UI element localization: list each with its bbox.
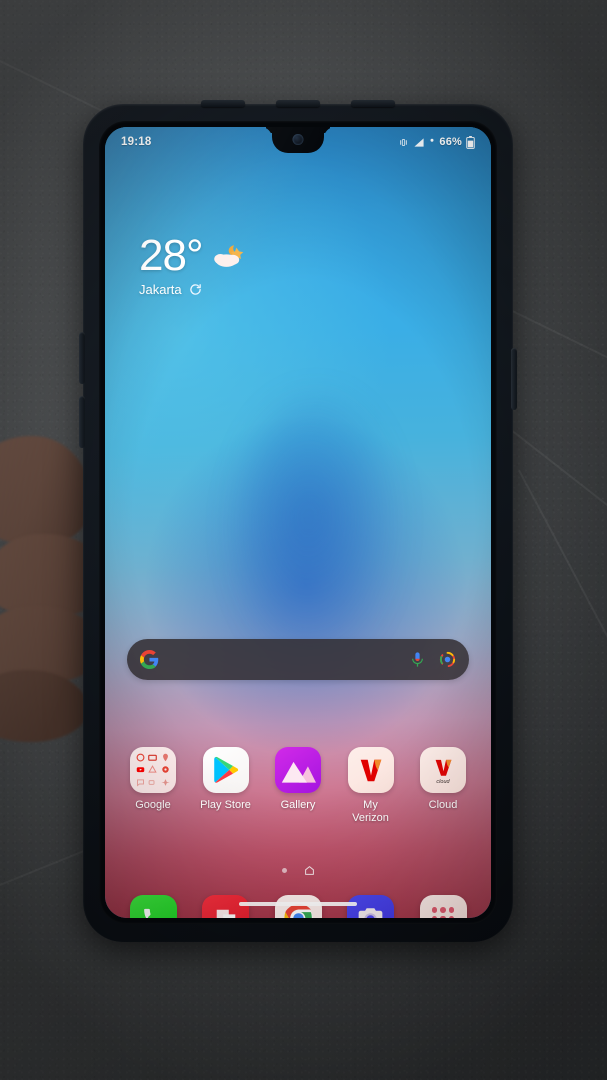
dock	[117, 895, 479, 918]
weather-widget[interactable]: 28° Jakarta	[139, 231, 245, 297]
gesture-navigation-bar[interactable]	[239, 902, 357, 906]
volume-button[interactable]	[79, 332, 85, 384]
gallery-icon[interactable]	[275, 747, 321, 793]
thumb	[0, 436, 92, 546]
weather-bottom-row: Jakarta	[139, 282, 245, 297]
app-label: Google	[135, 799, 171, 811]
app-label: Play Store	[200, 799, 251, 811]
app-gallery[interactable]: Gallery	[262, 747, 334, 824]
finger	[0, 670, 88, 742]
drawer-dot	[431, 915, 438, 918]
dock-item-app-drawer[interactable]	[407, 895, 479, 918]
app-label-line1: My	[363, 799, 378, 811]
app-label: Gallery	[280, 799, 316, 811]
mini-icon-assistant	[160, 777, 171, 788]
mini-icon-photos	[160, 765, 171, 776]
signal-icon	[414, 137, 424, 147]
screen-bezel: 19:18 66% 28° Jakarta Google Play Store …	[99, 121, 497, 924]
drawer-dot	[448, 907, 455, 913]
case-ridge	[276, 100, 320, 107]
phone-icon[interactable]	[129, 895, 177, 918]
google-folder-icon[interactable]	[130, 747, 176, 793]
phone-screen[interactable]: 19:18 66% 28° Jakarta Google Play Store …	[105, 127, 491, 918]
wallpaper-blob	[236, 395, 399, 665]
app-verizon-cloud[interactable]: cloud Cloud	[407, 747, 479, 824]
battery-icon	[466, 135, 475, 149]
app-label: Cloud	[428, 799, 458, 811]
app-label: My Verizon	[352, 799, 389, 824]
battery-percent-label: 66%	[439, 136, 462, 148]
google-lens-icon[interactable]	[439, 651, 456, 668]
waterdrop-notch	[272, 127, 324, 153]
volte-icon	[430, 138, 434, 142]
google-g-icon	[140, 650, 159, 669]
volume-button[interactable]	[79, 396, 85, 448]
power-button[interactable]	[511, 348, 517, 410]
case-ridge	[351, 100, 395, 107]
app-google-folder[interactable]: Google	[117, 747, 189, 824]
google-search-bar[interactable]	[127, 639, 469, 680]
weather-city-label: Jakarta	[139, 281, 182, 297]
folder-mini-grid	[135, 752, 171, 788]
mini-icon-youtube	[135, 765, 146, 776]
mini-icon-meet	[148, 777, 159, 788]
verizon-cloud-icon[interactable]: cloud	[420, 747, 466, 793]
case-ridge	[201, 100, 245, 107]
mini-icon-chat	[135, 777, 146, 788]
drawer-dot	[431, 907, 438, 913]
microphone-icon[interactable]	[409, 651, 426, 668]
status-icons-group: 66%	[398, 135, 475, 149]
front-camera-icon	[292, 134, 304, 145]
camera-icon[interactable]	[347, 895, 394, 918]
drawer-dot	[440, 907, 446, 913]
page-indicator	[105, 865, 491, 876]
weather-top-row: 28°	[139, 231, 245, 280]
play-store-icon[interactable]	[202, 747, 249, 793]
dock-item-phone[interactable]	[117, 895, 189, 918]
app-grid-row: Google Play Store Gallery My Verizon clo…	[117, 747, 479, 824]
status-time: 19:18	[121, 136, 152, 148]
app-my-verizon[interactable]: My Verizon	[335, 747, 407, 824]
mini-icon-drive	[148, 765, 159, 776]
partly-cloudy-night-icon	[213, 245, 243, 267]
dock-item-chrome[interactable]	[262, 895, 334, 918]
dock-item-camera[interactable]	[335, 895, 407, 918]
chrome-icon[interactable]	[274, 895, 322, 918]
drawer-dot	[440, 915, 446, 918]
home-icon[interactable]	[304, 865, 315, 876]
messages-icon[interactable]	[202, 895, 249, 918]
smartphone-device: 19:18 66% 28° Jakarta Google Play Store …	[79, 100, 517, 942]
dock-item-messages[interactable]	[190, 895, 262, 918]
mini-icon-maps	[160, 752, 171, 763]
app-play-store[interactable]: Play Store	[190, 747, 262, 824]
my-verizon-icon[interactable]	[347, 747, 394, 793]
refresh-icon[interactable]	[189, 283, 202, 296]
page-dot[interactable]	[281, 868, 287, 873]
cloud-badge-text: cloud	[436, 779, 450, 785]
mini-icon-gmail	[135, 752, 146, 763]
app-label-line2: Verizon	[352, 811, 389, 824]
mini-icon-gmail2	[148, 752, 159, 763]
weather-temperature: 28°	[139, 231, 204, 280]
drawer-dot-grid	[431, 907, 455, 918]
app-drawer-icon[interactable]	[419, 895, 467, 918]
drawer-dot	[448, 915, 455, 918]
vibrate-icon	[400, 138, 408, 146]
